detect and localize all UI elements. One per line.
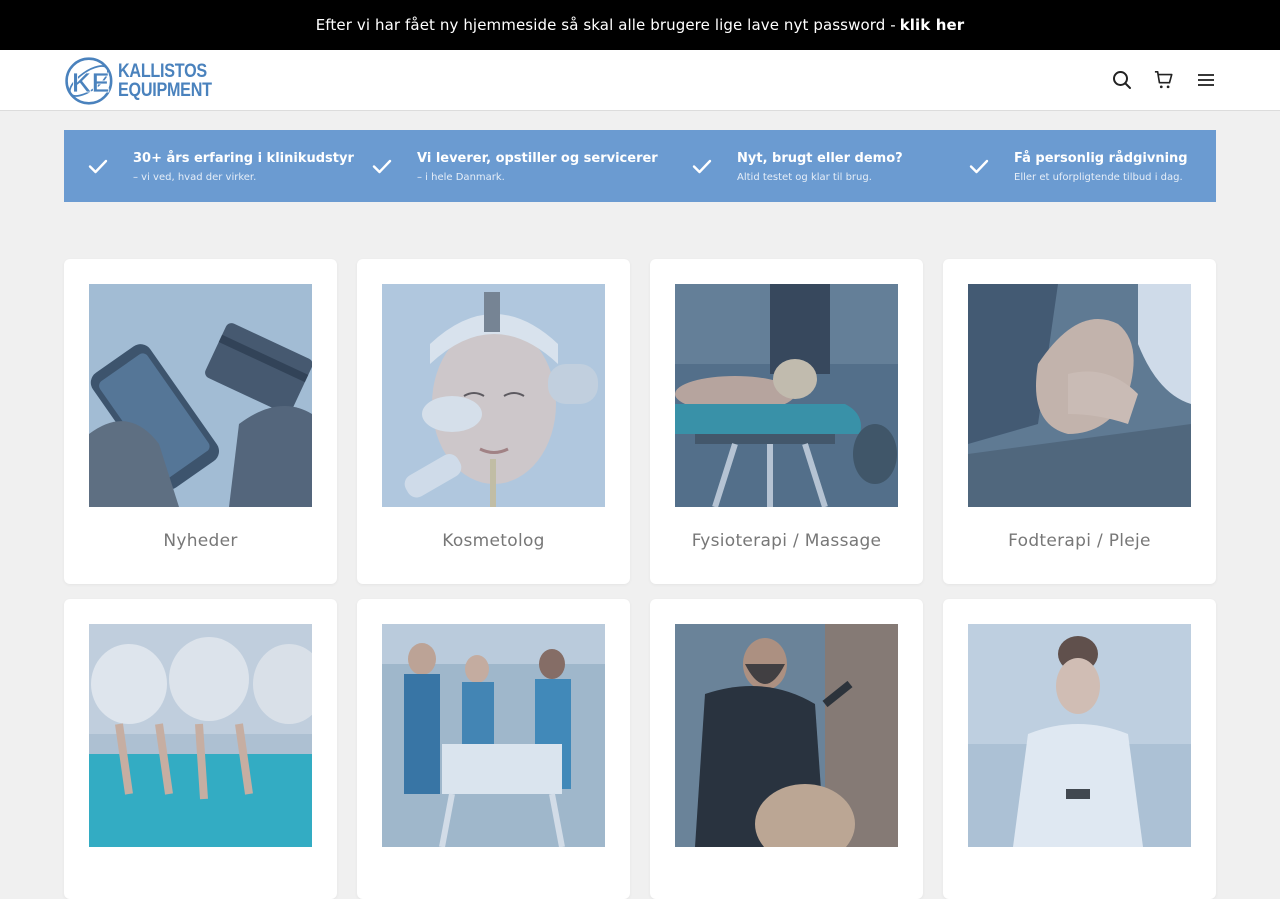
usp-title: 30+ års erfaring i klinikudstyr [133,151,354,166]
logo[interactable]: KE KALLISTOS EQUIPMENT [64,52,228,110]
category-image [382,624,605,847]
logo-line-2: EQUIPMENT [117,80,212,101]
category-image [968,624,1191,847]
announcement-link[interactable]: klik her [900,16,965,34]
check-icon [969,159,989,174]
cart-icon[interactable] [1154,70,1174,90]
usp-subtitle: Altid testet og klar til brug. [737,172,872,183]
category-label: Fodterapi / Pleje [1008,531,1151,551]
category-card[interactable] [357,599,630,899]
announcement-text: Efter vi har fået ny hjemmeside så skal … [315,16,896,34]
logo-line-1: KALLISTOS [117,61,207,82]
check-icon [692,159,712,174]
category-card-fysioterapi-massage[interactable]: Fysioterapi / Massage [650,259,923,584]
category-label: Kosmetolog [442,531,545,551]
menu-icon[interactable] [1196,70,1216,90]
header-actions [1112,50,1216,110]
category-image [89,624,312,847]
check-icon [88,159,108,174]
category-card-nyheder[interactable]: Nyheder [64,259,337,584]
category-card[interactable] [943,599,1216,899]
category-card-kosmetolog[interactable]: Kosmetolog [357,259,630,584]
usp-title: Få personlig rådgivning [1014,151,1188,166]
category-card[interactable] [64,599,337,899]
logo-mark-icon: KE [65,57,113,105]
category-image [968,284,1191,507]
category-card-fodterapi-pleje[interactable]: Fodterapi / Pleje [943,259,1216,584]
category-image [382,284,605,507]
usp-subtitle: Eller et uforpligtende tilbud i dag. [1014,172,1183,183]
category-image [675,284,898,507]
usp-subtitle: – i hele Danmark. [417,172,505,183]
usp-bar: 30+ års erfaring i klinikudstyr – vi ved… [64,130,1216,202]
svg-text:KE: KE [72,67,110,98]
category-image [89,284,312,507]
usp-subtitle: – vi ved, hvad der virker. [133,172,257,183]
category-card[interactable] [650,599,923,899]
category-label: Fysioterapi / Massage [691,531,882,551]
category-label: Nyheder [163,531,238,551]
usp-title: Vi leverer, opstiller og servicerer [417,151,658,166]
category-image [675,624,898,847]
search-icon[interactable] [1112,70,1132,90]
site-header: KE KALLISTOS EQUIPMENT [0,50,1280,111]
announcement-bar: Efter vi har fået ny hjemmeside så skal … [0,0,1280,50]
usp-title: Nyt, brugt eller demo? [737,151,903,166]
check-icon [372,159,392,174]
